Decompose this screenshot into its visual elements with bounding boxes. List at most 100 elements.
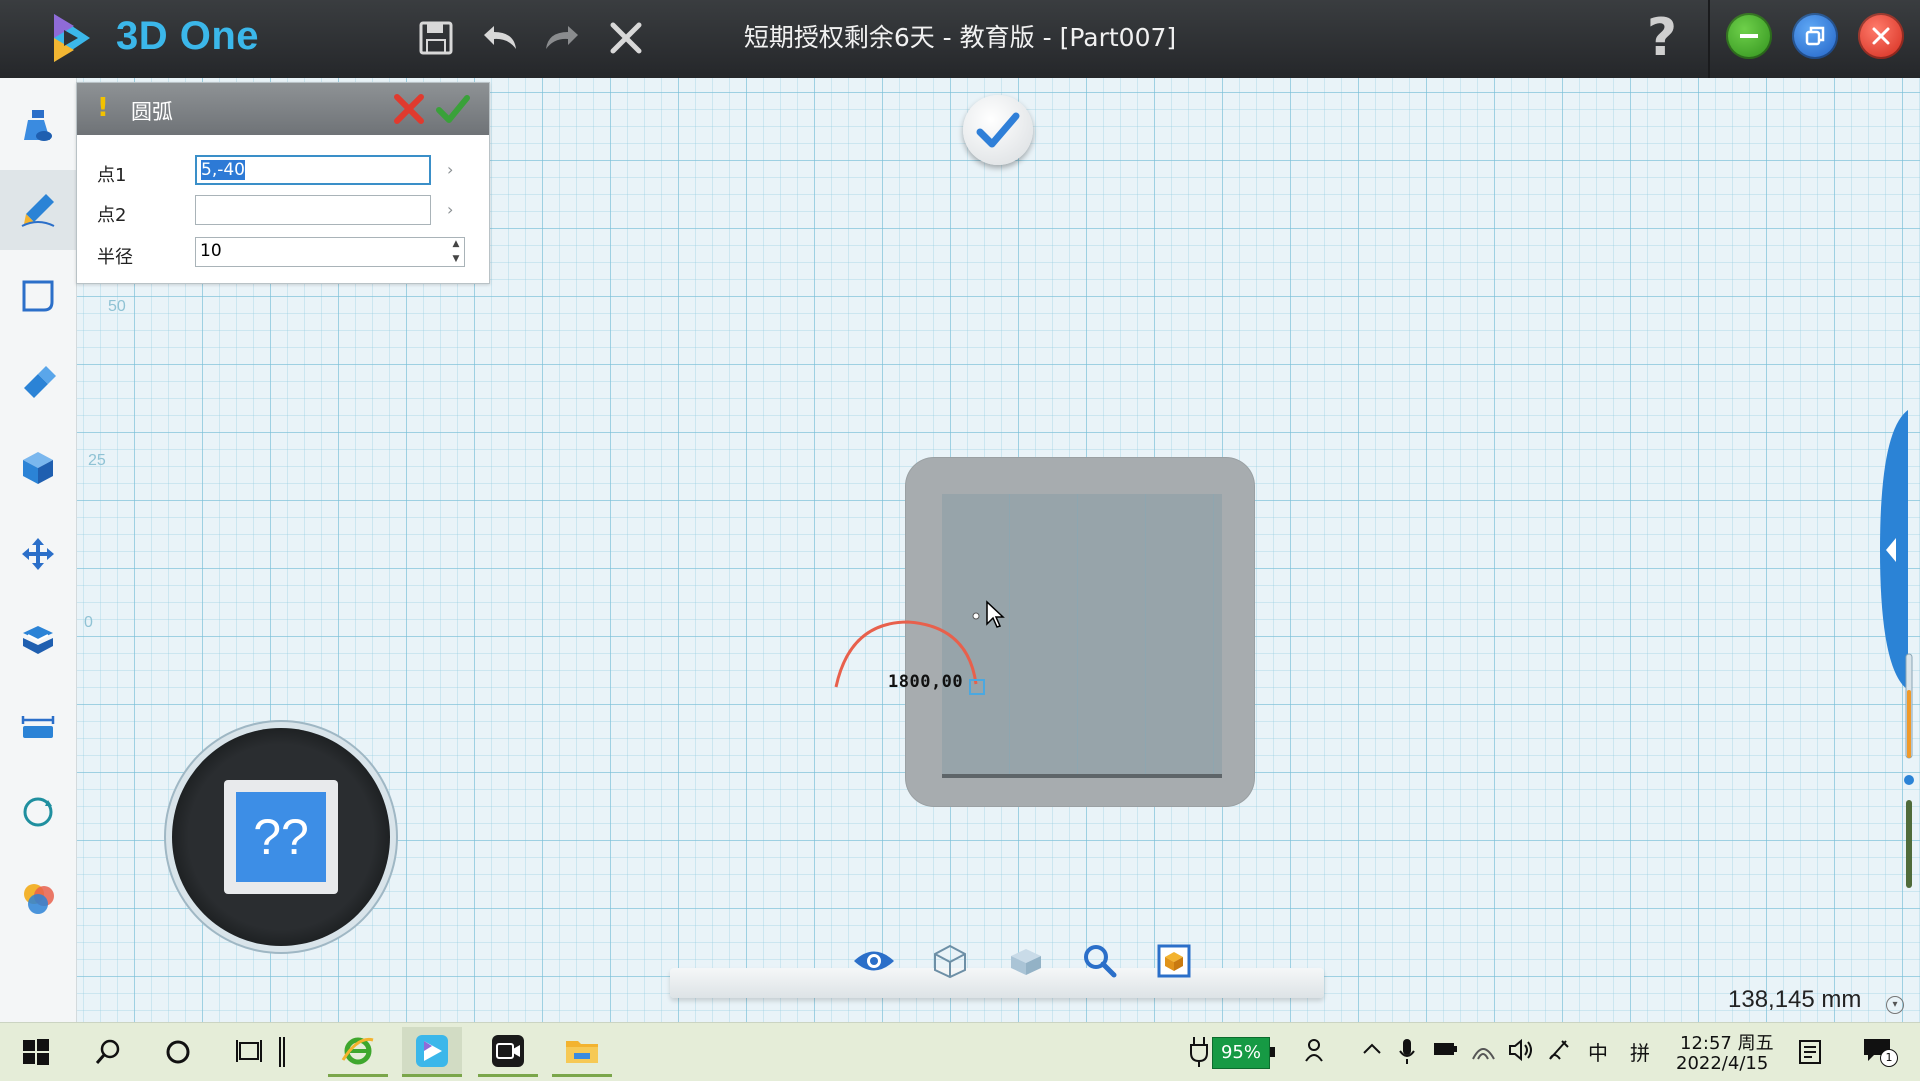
- move-tool[interactable]: [0, 514, 76, 594]
- notification-count: 1: [1880, 1049, 1898, 1067]
- taskbar-file-explorer[interactable]: [552, 1027, 612, 1077]
- windows-taskbar: 95% 中 拼 12:57 周五 2022/4/15 1: [0, 1022, 1920, 1081]
- measure-tool[interactable]: [0, 686, 76, 766]
- primitive-shapes-tool[interactable]: [0, 86, 76, 166]
- ok-button[interactable]: [435, 91, 471, 127]
- shaded-cube-icon: [1011, 949, 1041, 975]
- eye-icon: [854, 951, 894, 971]
- camera-app-icon: [492, 1034, 524, 1067]
- undo-button[interactable]: [472, 10, 528, 66]
- clock-time[interactable]: 12:57 周五: [1680, 1029, 1774, 1055]
- pattern-tool[interactable]: [0, 772, 76, 852]
- people-icon[interactable]: [1304, 1037, 1330, 1063]
- material-render-tool[interactable]: [0, 858, 76, 938]
- restore-button[interactable]: [1792, 13, 1838, 59]
- fit-view-icon: [1157, 944, 1191, 978]
- notes-icon[interactable]: [1798, 1039, 1822, 1065]
- ime-language[interactable]: 中: [1588, 1037, 1608, 1066]
- minimize-button[interactable]: [1726, 13, 1772, 59]
- task-view-icon: [236, 1040, 262, 1062]
- radius-input[interactable]: 10: [195, 237, 465, 267]
- view-cube-face[interactable]: ??: [224, 780, 338, 894]
- mouse-cursor-icon: [986, 600, 1005, 628]
- battery-percent[interactable]: 95%: [1212, 1037, 1270, 1069]
- sketch-tool[interactable]: [0, 170, 76, 250]
- arc-command-panel: ! 圆弧 点1 5,-40 › 点2 › 半径 10 ▲ ▼: [76, 82, 490, 284]
- taskbar-3d-one[interactable]: [402, 1027, 462, 1077]
- close-x-icon: [610, 22, 642, 54]
- units-readout: 138,145 mm: [1728, 986, 1862, 1013]
- arc-panel-title: 圆弧: [131, 100, 173, 124]
- cancel-x-icon: [394, 94, 424, 124]
- document-title: 短期授权剩余6天 - 教育版 - [Part007]: [743, 23, 1177, 52]
- microphone-icon[interactable]: [1398, 1037, 1416, 1065]
- search-icon: [95, 1039, 120, 1064]
- units-dropdown[interactable]: ▾: [1886, 996, 1904, 1014]
- zoom-slider[interactable]: [1904, 650, 1914, 890]
- save-button[interactable]: [408, 10, 464, 66]
- clock-date[interactable]: 2022/4/15: [1676, 1053, 1768, 1074]
- radius-stepper[interactable]: ▲ ▼: [449, 237, 463, 267]
- special-function-tool[interactable]: [0, 428, 76, 508]
- taskbar-ie-browser[interactable]: [328, 1027, 388, 1077]
- close-file-button[interactable]: [598, 10, 654, 66]
- shaded-view-button[interactable]: [998, 938, 1054, 984]
- curve-tool[interactable]: [0, 256, 76, 336]
- material-render-icon: [24, 884, 54, 914]
- point1-row: 点1 5,-40 ›: [77, 155, 489, 189]
- start-button[interactable]: [6, 1027, 66, 1077]
- help-button[interactable]: ?: [1634, 8, 1690, 68]
- taskbar-camera[interactable]: [478, 1027, 538, 1077]
- file-explorer-icon: [566, 1040, 598, 1063]
- primitive-shapes-icon: [24, 110, 52, 141]
- zoom-button[interactable]: [1072, 938, 1128, 984]
- action-center-button[interactable]: 1: [1862, 1037, 1898, 1067]
- pen-workspace-button[interactable]: [270, 1027, 294, 1077]
- chevron-up-icon[interactable]: [1360, 1037, 1384, 1061]
- pen-ink-icon[interactable]: [1546, 1037, 1572, 1063]
- view-toolbar-shelf: [670, 968, 1324, 998]
- feature-tool-icon: [24, 366, 56, 398]
- wireframe-view-button[interactable]: [922, 938, 978, 984]
- point2-pick-arrow-icon[interactable]: ›: [447, 200, 453, 219]
- wifi-icon[interactable]: [1470, 1037, 1496, 1063]
- visibility-button[interactable]: [846, 938, 902, 984]
- minimize-icon: [1740, 34, 1758, 38]
- arc-dimension-text: 1800,00: [888, 672, 964, 692]
- 3d-one-icon: [416, 1034, 448, 1067]
- ime-mode[interactable]: 拼: [1630, 1037, 1650, 1066]
- view-cube[interactable]: ??: [172, 728, 390, 946]
- titlebar-separator: [1708, 0, 1710, 78]
- close-icon: [1872, 27, 1890, 45]
- radius-row: 半径 10 ▲ ▼: [77, 237, 489, 271]
- point2-row: 点2 ›: [77, 195, 489, 229]
- pen-icon: [279, 1037, 285, 1067]
- fit-view-button[interactable]: [1146, 938, 1202, 984]
- axis-label-50: 50: [108, 298, 126, 315]
- ie-browser-icon: [341, 1037, 374, 1064]
- chevron-down-icon: ▾: [1892, 999, 1898, 1010]
- point1-input[interactable]: 5,-40: [195, 155, 431, 185]
- point1-pick-arrow-icon[interactable]: ›: [447, 160, 453, 179]
- cancel-button[interactable]: [391, 91, 427, 127]
- combine-tool[interactable]: [0, 600, 76, 680]
- battery-icon[interactable]: [1432, 1037, 1458, 1061]
- special-function-icon: [23, 452, 53, 484]
- wireframe-cube-icon: [934, 944, 966, 979]
- plug-icon: [1190, 1037, 1208, 1067]
- 3d-one-logo-icon: [54, 14, 90, 62]
- zoom-icon: [1084, 945, 1117, 978]
- feature-tool[interactable]: [0, 342, 76, 422]
- volume-icon[interactable]: [1508, 1037, 1534, 1063]
- stepper-down-icon[interactable]: ▼: [449, 252, 463, 267]
- point2-input[interactable]: [195, 195, 431, 225]
- close-window-button[interactable]: [1858, 13, 1904, 59]
- redo-button[interactable]: [534, 10, 590, 66]
- point1-value: 5,-40: [201, 160, 245, 180]
- side-panel-toggle[interactable]: [1878, 410, 1908, 690]
- cortana-button[interactable]: [148, 1027, 208, 1077]
- axis-label-0: 0: [84, 614, 93, 631]
- confirm-sketch-button[interactable]: [963, 95, 1033, 165]
- search-button[interactable]: [78, 1027, 138, 1077]
- stepper-up-icon[interactable]: ▲: [449, 237, 463, 252]
